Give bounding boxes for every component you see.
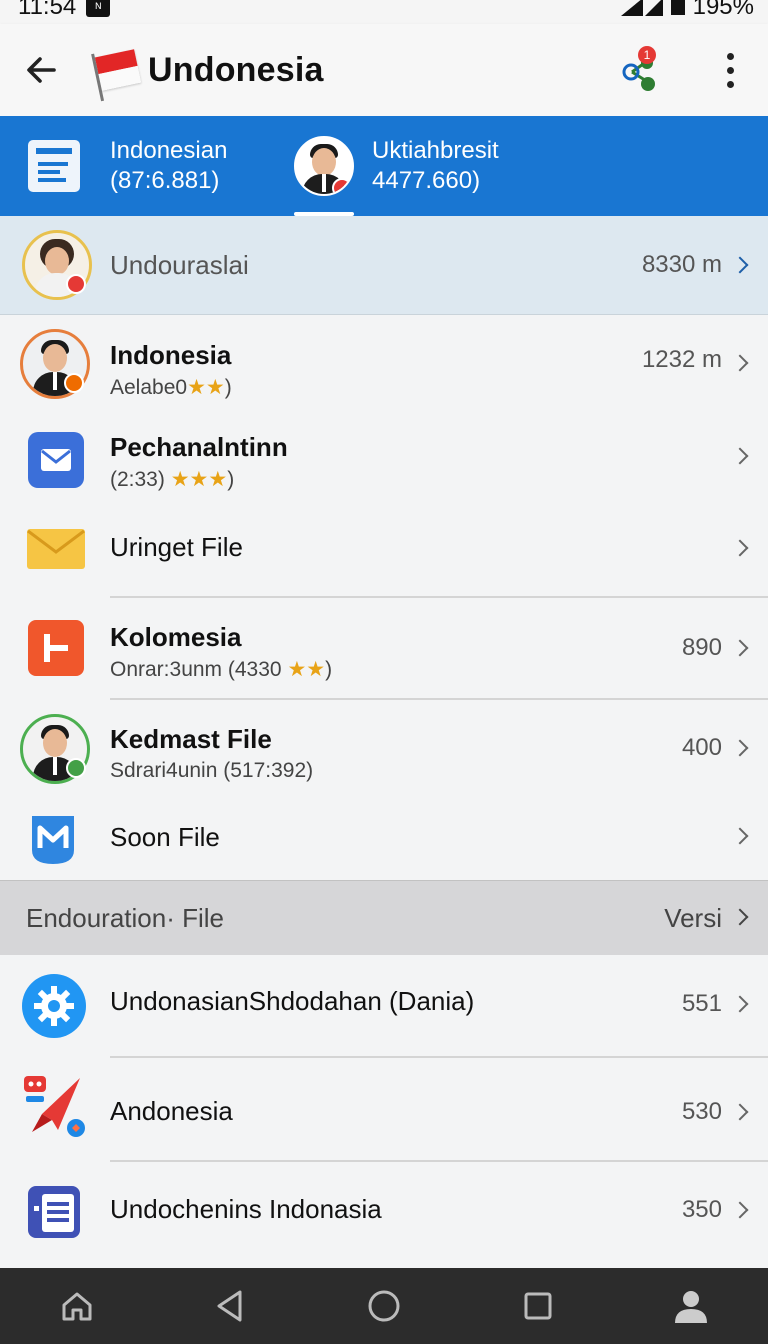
back-triangle-icon [217,1290,242,1322]
highlighted-list-item[interactable]: Undouraslai 8330 m [0,216,768,315]
star-rating-icon: ★★ [187,376,225,399]
list-item-value: 551 [681,990,722,1017]
avatar [20,714,90,784]
section-title: Endouration· File [26,902,224,933]
list-item-subtitle: Aelabe0★★) [110,376,232,399]
app-bar: Undonesia 1 [0,24,768,116]
list-item-value: 350 [681,1196,722,1223]
profile-icon [675,1291,708,1323]
tab-subtitle: (87:6.881) [110,167,220,194]
chevron-right-icon [731,995,749,1013]
share-badge: 1 [638,46,656,64]
list-item-title: Andonesia [110,1096,233,1126]
tab-title: Uktiahbresit [372,137,499,164]
home-circle-icon [368,1290,400,1322]
list-item-title: Undouraslai [110,249,249,280]
avatar [22,230,92,300]
envelope-icon [26,528,86,575]
section-header: Endouration· File Versi [0,880,768,955]
list-item[interactable]: Undochenins Indonasia 350 [0,1162,768,1262]
mail-app-icon [28,432,84,488]
nav-home-button[interactable] [47,1276,107,1336]
chevron-right-icon [731,1103,749,1121]
battery-icon [670,0,685,15]
chevron-right-icon [731,827,749,845]
battery-level: 195% [692,0,754,20]
list-item-title: Pechanalntinn [110,432,288,462]
indonesia-flag-icon [91,49,142,102]
tab-indonesian[interactable]: Indonesian (87:6.881) [0,116,270,216]
chevron-right-icon [731,354,749,372]
list-item-value: 8330 m [641,251,722,278]
chevron-right-icon [731,739,749,757]
list-item-title: UndonasianShdodahan (Dania) [110,986,475,1016]
section-action-link[interactable]: Versi [664,903,722,934]
tab-title: Indonesian [110,137,228,164]
list-item-title: Kedmast File [110,724,272,754]
back-button[interactable] [0,24,84,116]
home-icon [62,1292,92,1321]
document-icon [28,140,80,192]
list-item[interactable]: Pechanalntinn (2:33) ★★★) [0,412,768,502]
system-nav-bar [0,1268,768,1344]
wifi-icon [620,0,643,16]
more-options-button[interactable] [710,40,750,100]
list-item-title: Kolomesia [110,622,242,652]
chevron-right-icon [731,539,749,557]
chevron-right-icon [731,447,749,465]
tab-subtitle: 4477.660) [372,167,481,194]
chevron-right-icon [731,639,749,657]
status-bar: 11:54 ᴺ 195% [0,0,768,24]
list-item[interactable]: Soon File [0,800,768,880]
nav-profile-button[interactable] [661,1276,721,1336]
signal-icon [644,0,663,16]
tab-header: Indonesian (87:6.881) Uktiahbresit 4477.… [0,116,768,216]
page-title: Undonesia [148,50,324,89]
list-item-title: Soon File [110,822,220,852]
nav-recents-button[interactable] [508,1276,568,1336]
list-item-value: 400 [681,734,722,761]
list-item-subtitle: Onrar:3unm (4330 ★★) [110,658,333,681]
more-vertical-icon [726,52,734,60]
nav-back-button[interactable] [200,1276,260,1336]
m-app-icon [28,812,78,871]
list-item[interactable]: Indonesia Aelabe0★★) 1232 m [0,316,768,412]
share-button[interactable]: 1 [616,40,676,100]
list-item-title: Uringet File [110,532,243,562]
tab-uktiahbresit[interactable]: Uktiahbresit 4477.660) [270,116,768,216]
gear-icon [22,974,86,1043]
star-rating-icon: ★★ [287,658,326,681]
list-item[interactable]: Kedmast File Sdrari4unin (517:392) 400 [0,700,768,800]
list-item[interactable]: UndonasianShdodahan (Dania) 551 [0,956,768,1056]
list-item[interactable]: Kolomesia Onrar:3unm (4330 ★★) 890 [0,598,768,698]
avatar [20,329,90,399]
status-time: 11:54 [18,0,77,20]
app-icon [28,620,84,676]
chevron-right-icon [731,908,749,926]
avatar [294,136,354,196]
nav-center-home-button[interactable] [354,1276,414,1336]
list-item[interactable]: Uringet File [0,502,768,596]
chevron-right-icon [731,256,749,274]
list-item-title: Undochenins Indonasia [110,1194,382,1224]
list-item-value: 1232 m [641,346,722,373]
list-item-subtitle: Sdrari4unin (517:392) [110,759,314,782]
rocket-icon [20,1074,90,1147]
star-rating-icon: ★★★ [170,468,228,491]
nfc-icon: ᴺ [86,0,111,17]
document-app-icon [26,1184,82,1245]
list-item-value: 530 [681,1098,722,1125]
list-item[interactable]: Andonesia 530 [0,1058,768,1160]
recents-square-icon [524,1292,552,1320]
arrow-left-icon [27,57,56,83]
list-item-title: Indonesia [110,340,232,370]
list-item-value: 890 [681,634,722,661]
chevron-right-icon [731,1201,749,1219]
list-item-subtitle: (2:33) ★★★) [110,468,235,491]
